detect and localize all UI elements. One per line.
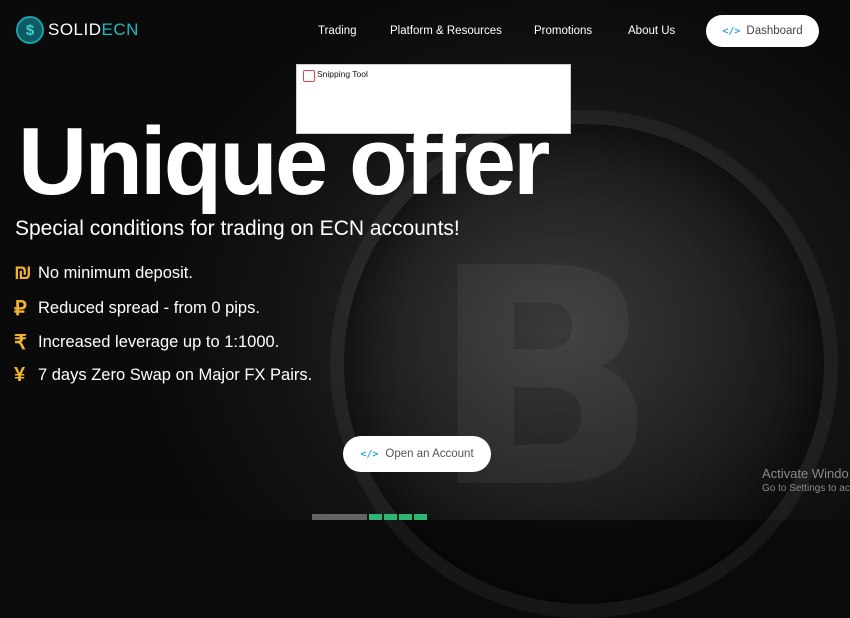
logo-text-solid: SOLID [48,20,102,39]
open-account-label: Open an Account [385,448,474,460]
yen-icon: ¥ [14,364,26,386]
hero-subtitle: Special conditions for trading on ECN ac… [15,217,460,240]
nav-platform-resources[interactable]: Platform & Resources [390,25,502,37]
partial-text-block [312,514,367,520]
ruble-icon: ₽ [14,298,27,320]
shekel-icon: ₪ [14,262,32,284]
snipping-tool-title: Snipping Tool [317,69,368,79]
feature-item: ₹ Increased leverage up to 1:1000. [14,330,279,355]
nav-trading[interactable]: Trading [318,25,357,37]
rupee-icon: ₹ [14,332,27,354]
windows-activation-watermark: Activate Windo Go to Settings to ac [762,466,850,494]
rating-star-box [384,514,397,520]
dollar-coin-icon: $ [16,16,44,44]
logo-text: SOLIDECN [48,20,139,40]
snipping-tool-icon [303,70,315,82]
rating-star-box [369,514,382,520]
bitcoin-symbol-background: B [430,205,659,554]
logo[interactable]: $ SOLIDECN [16,16,139,44]
feature-item: ¥ 7 days Zero Swap on Major FX Pairs. [14,364,312,387]
feature-text: Increased leverage up to 1:1000. [38,333,280,351]
watermark-line-2: Go to Settings to ac [762,483,850,494]
open-account-button[interactable]: </> Open an Account [343,436,491,472]
code-icon: </> [360,448,379,460]
rating-star-box [414,514,427,520]
rating-star-box [399,514,412,520]
nav-about-us[interactable]: About Us [628,25,675,37]
logo-text-ecn: ECN [101,20,139,39]
watermark-line-1: Activate Windo [762,466,849,481]
feature-text: 7 days Zero Swap on Major FX Pairs. [38,366,313,384]
code-icon: </> [722,25,741,37]
bottom-partial-content [312,514,427,520]
dashboard-label: Dashboard [746,25,803,37]
nav-promotions[interactable]: Promotions [534,25,592,37]
feature-item: ₽ Reduced spread - from 0 pips. [14,296,260,321]
dashboard-button[interactable]: </> Dashboard [706,15,819,47]
feature-item: ₪ No minimum deposit. [14,262,193,285]
feature-text: No minimum deposit. [38,264,193,282]
feature-text: Reduced spread - from 0 pips. [38,299,260,317]
hero-title: Unique offer [18,108,550,215]
